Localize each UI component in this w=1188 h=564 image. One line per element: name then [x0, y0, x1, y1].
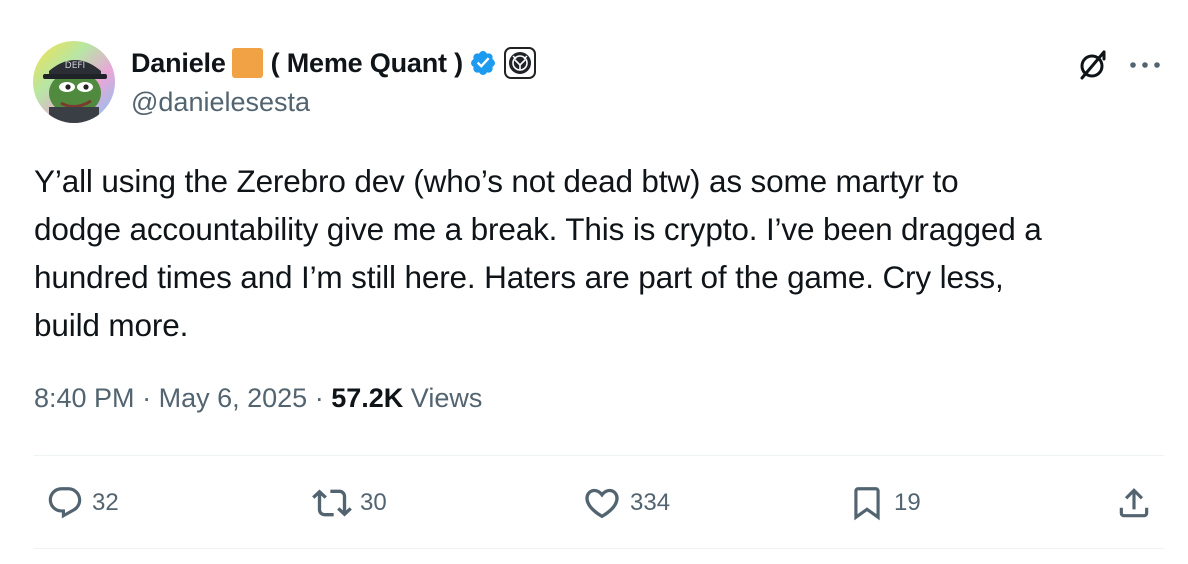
affiliate-badge-icon[interactable] [503, 47, 536, 79]
author-name-suffix[interactable]: ( Meme Quant ) [271, 48, 463, 79]
tweet-meta: 8:40 PM · May 6, 2025 · 57.2K Views [34, 383, 482, 414]
meta-separator: · [142, 383, 152, 413]
views-label: Views [410, 383, 483, 413]
views-count: 57.2K [331, 383, 404, 413]
like-count: 334 [630, 489, 671, 516]
bookmark-button[interactable]: 19 [848, 478, 921, 528]
verified-badge-icon[interactable] [469, 49, 497, 77]
tweet-date[interactable]: May 6, 2025 [159, 383, 308, 413]
reply-button[interactable]: 32 [46, 478, 119, 528]
reply-count: 32 [92, 489, 119, 516]
bookmark-icon [854, 487, 880, 521]
grok-icon[interactable] [1076, 48, 1110, 82]
pepe-frog-avatar-icon: DEFI [33, 41, 115, 123]
repost-button[interactable]: 30 [312, 478, 387, 528]
heart-icon [585, 488, 619, 519]
repost-icon [312, 489, 352, 517]
meta-separator: · [314, 383, 324, 413]
more-options-icon[interactable] [1128, 60, 1162, 70]
author-display-name[interactable]: Daniele [131, 48, 226, 79]
repost-count: 30 [360, 489, 387, 516]
share-icon [1119, 488, 1149, 518]
author-name-row[interactable]: Daniele ( Meme Quant ) [131, 45, 536, 81]
divider [34, 455, 1164, 456]
avatar[interactable]: DEFI [33, 41, 115, 123]
orange-square-emoji [231, 48, 263, 78]
divider [34, 548, 1164, 549]
reply-icon [48, 487, 82, 519]
tweet-header-actions [1076, 48, 1162, 82]
avatar-cap-text: DEFI [65, 61, 85, 71]
tweet-time[interactable]: 8:40 PM [34, 383, 135, 413]
tweet-actions-bar: 32 30 334 19 [0, 478, 1188, 528]
share-button[interactable] [1115, 478, 1153, 528]
bookmark-count: 19 [894, 489, 921, 516]
author-handle[interactable]: @danielesesta [131, 87, 310, 118]
tweet-text: Y’all using the Zerebro dev (who’s not d… [34, 163, 1042, 343]
like-button[interactable]: 334 [582, 478, 670, 528]
